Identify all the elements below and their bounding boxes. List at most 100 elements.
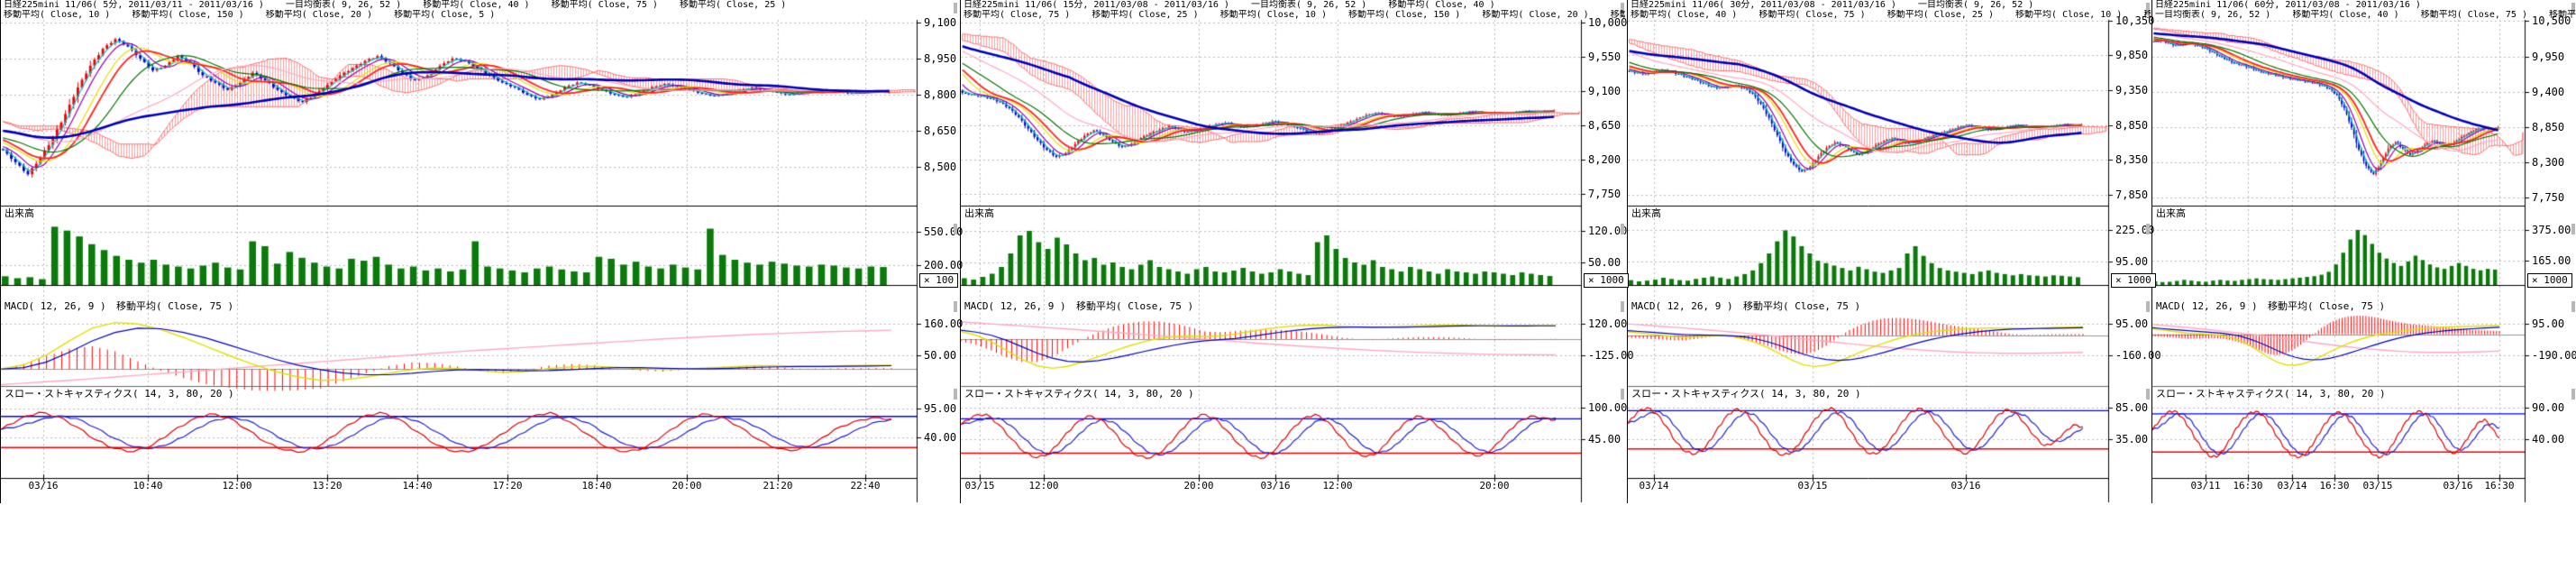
macd-pane-label: MACD( 12, 26, 9 ) <box>964 301 1066 312</box>
time-tick-label: 03/16 <box>2443 481 2472 492</box>
time-tick-label: 12:00 <box>1322 481 1352 492</box>
price-chart-canvas[interactable] <box>1 0 922 503</box>
stochastics-pane-label: スロー・ストキャスティクス( 14, 3, 80, 20 ) <box>5 389 234 400</box>
macd-tick-label: -160.00 <box>2115 350 2161 361</box>
pane-resize-handle[interactable] <box>2571 301 2575 312</box>
pane-resize-handle[interactable] <box>954 301 957 312</box>
macd-tick-label: -190.00 <box>2532 350 2576 361</box>
time-tick-label: 12:00 <box>1028 481 1058 492</box>
price-axis: 10,0009,5509,1008,6508,2007,750120.0050.… <box>1581 0 1626 503</box>
price-tick-label: 9,100 <box>1588 86 1621 96</box>
stoch-tick-label: 40.00 <box>924 432 956 443</box>
pane-resize-handle[interactable] <box>2146 224 2150 234</box>
price-chart-canvas[interactable] <box>1628 0 2114 503</box>
chart-panel-4: 日経225mini 11/06( 60分, 2011/03/08 - 2011/… <box>2151 0 2576 503</box>
macd-tick-label: 95.00 <box>2532 318 2564 329</box>
price-tick-label: 9,950 <box>2532 51 2564 62</box>
time-tick-label: 14:40 <box>402 481 432 492</box>
pane-resize-handle[interactable] <box>2146 389 2150 400</box>
price-tick-label: 8,650 <box>1588 120 1621 131</box>
pane-resize-handle[interactable] <box>1621 301 1624 312</box>
price-tick-label: 8,200 <box>1588 154 1621 165</box>
chart-panel-2: 日経225mini 11/06( 15分, 2011/03/08 - 2011/… <box>960 0 1625 503</box>
volume-scale-box: × 1000 <box>1584 273 1629 288</box>
price-tick-label: 8,850 <box>2115 120 2148 131</box>
pane-resize-handle[interactable] <box>2571 224 2575 234</box>
time-tick-label: 03/15 <box>2362 481 2392 492</box>
pane-resize-handle[interactable] <box>2571 389 2575 400</box>
price-chart-canvas[interactable] <box>2152 0 2530 503</box>
price-axis: 9,1008,9508,8008,6508,500550.00200.00160… <box>917 0 959 503</box>
stochastics-pane-label: スロー・ストキャスティクス( 14, 3, 80, 20 ) <box>964 389 1194 400</box>
time-tick-label: 16:30 <box>2484 481 2514 492</box>
volume-scale-box: × 1000 <box>2527 273 2572 288</box>
pane-resize-handle[interactable] <box>954 389 957 400</box>
stoch-tick-label: 100.00 <box>1588 402 1627 413</box>
pane-resize-handle[interactable] <box>2146 301 2150 312</box>
time-tick-label: 12:00 <box>222 481 251 492</box>
price-tick-label: 8,950 <box>924 53 956 64</box>
time-tick-label: 20:00 <box>1183 481 1213 492</box>
price-tick-label: 7,750 <box>2532 192 2564 203</box>
stochastics-pane-label: スロー・ストキャスティクス( 14, 3, 80, 20 ) <box>2156 389 2386 400</box>
time-tick-label: 03/15 <box>1797 481 1827 492</box>
panel-indicator-list: 一目均衡表( 9, 26, 52 ) 移動平均( Close, 40 ) 移動平… <box>2155 10 2576 20</box>
volume-tick-label: 165.00 <box>2532 255 2571 266</box>
panel-indicator-list: 移動平均( Close, 10 ) 移動平均( Close, 150 ) 移動平… <box>4 10 958 20</box>
price-axis: 10,5009,9509,4008,8508,3007,750375.00165… <box>2525 0 2576 503</box>
price-tick-label: 8,800 <box>924 89 956 100</box>
price-chart-canvas[interactable] <box>961 0 1586 503</box>
stoch-tick-label: 95.00 <box>924 403 956 414</box>
price-tick-label: 7,750 <box>1588 188 1621 199</box>
time-tick-label: 17:20 <box>492 481 522 492</box>
volume-pane-label: 出来高 <box>2156 208 2186 219</box>
macd-tick-label: 95.00 <box>2115 318 2148 329</box>
stochastics-pane-label: スロー・ストキャスティクス( 14, 3, 80, 20 ) <box>1631 389 1861 400</box>
panel-title: 日経225mini 11/06( 60分, 2011/03/08 - 2011/… <box>2155 0 2576 10</box>
macd-tick-label: 50.00 <box>924 350 956 361</box>
price-tick-label: 9,550 <box>1588 51 1621 62</box>
stoch-tick-label: 40.00 <box>2532 434 2564 445</box>
macd-tick-label: 160.00 <box>924 318 963 329</box>
panel-title: 日経225mini 11/06( 15分, 2011/03/08 - 2011/… <box>964 0 1625 10</box>
time-tick-label: 21:20 <box>763 481 792 492</box>
multi-chart-view: 日経225mini 11/06( 5分, 2011/03/11 - 2011/0… <box>0 0 2576 579</box>
volume-tick-label: 200.00 <box>924 260 963 271</box>
macd-ma-label: 移動平均( Close, 75 ) <box>1076 301 1193 312</box>
time-tick-label: 16:30 <box>2319 481 2349 492</box>
stoch-tick-label: 45.00 <box>1588 434 1621 445</box>
price-tick-label: 9,350 <box>2115 85 2148 96</box>
pane-resize-handle[interactable] <box>1621 224 1624 234</box>
macd-pane-label: MACD( 12, 26, 9 ) <box>1631 301 1733 312</box>
volume-tick-label: 375.00 <box>2532 225 2571 235</box>
macd-tick-label: 120.00 <box>1588 318 1627 329</box>
volume-tick-label: 95.00 <box>2115 256 2148 267</box>
price-tick-label: 9,400 <box>2532 87 2564 97</box>
pane-resize-handle[interactable] <box>954 224 957 234</box>
time-tick-label: 16:30 <box>2233 481 2262 492</box>
volume-scale-box: × 1000 <box>2111 273 2156 288</box>
volume-pane-label: 出来高 <box>964 208 994 219</box>
volume-pane-label: 出来高 <box>1631 208 1661 219</box>
time-tick-label: 20:00 <box>671 481 701 492</box>
panel-indicator-list: 移動平均( Close, 40 ) 移動平均( Close, 75 ) 移動平均… <box>1631 10 2151 20</box>
price-tick-label: 8,300 <box>2532 157 2564 168</box>
time-tick-label: 20:00 <box>1479 481 1509 492</box>
macd-ma-label: 移動平均( Close, 75 ) <box>116 301 233 312</box>
chart-panel-3: 日経225mini 11/06( 30分, 2011/03/08 - 2011/… <box>1627 0 2151 503</box>
panel-title: 日経225mini 11/06( 5分, 2011/03/11 - 2011/0… <box>4 0 958 10</box>
time-tick-label: 03/15 <box>964 481 994 492</box>
panel-title: 日経225mini 11/06( 30分, 2011/03/08 - 2011/… <box>1631 0 2151 10</box>
time-tick-label: 03/16 <box>1260 481 1290 492</box>
time-tick-label: 03/11 <box>2190 481 2220 492</box>
pane-resize-handle[interactable] <box>1621 389 1624 400</box>
price-tick-label: 8,650 <box>924 125 956 136</box>
price-tick-label: 8,500 <box>924 161 956 172</box>
price-tick-label: 7,850 <box>2115 189 2148 200</box>
time-tick-label: 18:40 <box>581 481 611 492</box>
stoch-tick-label: 35.00 <box>2115 434 2148 445</box>
price-tick-label: 8,350 <box>2115 154 2148 165</box>
time-tick-label: 03/14 <box>2277 481 2307 492</box>
price-tick-label: 9,850 <box>2115 50 2148 60</box>
time-tick-label: 03/14 <box>1639 481 1668 492</box>
